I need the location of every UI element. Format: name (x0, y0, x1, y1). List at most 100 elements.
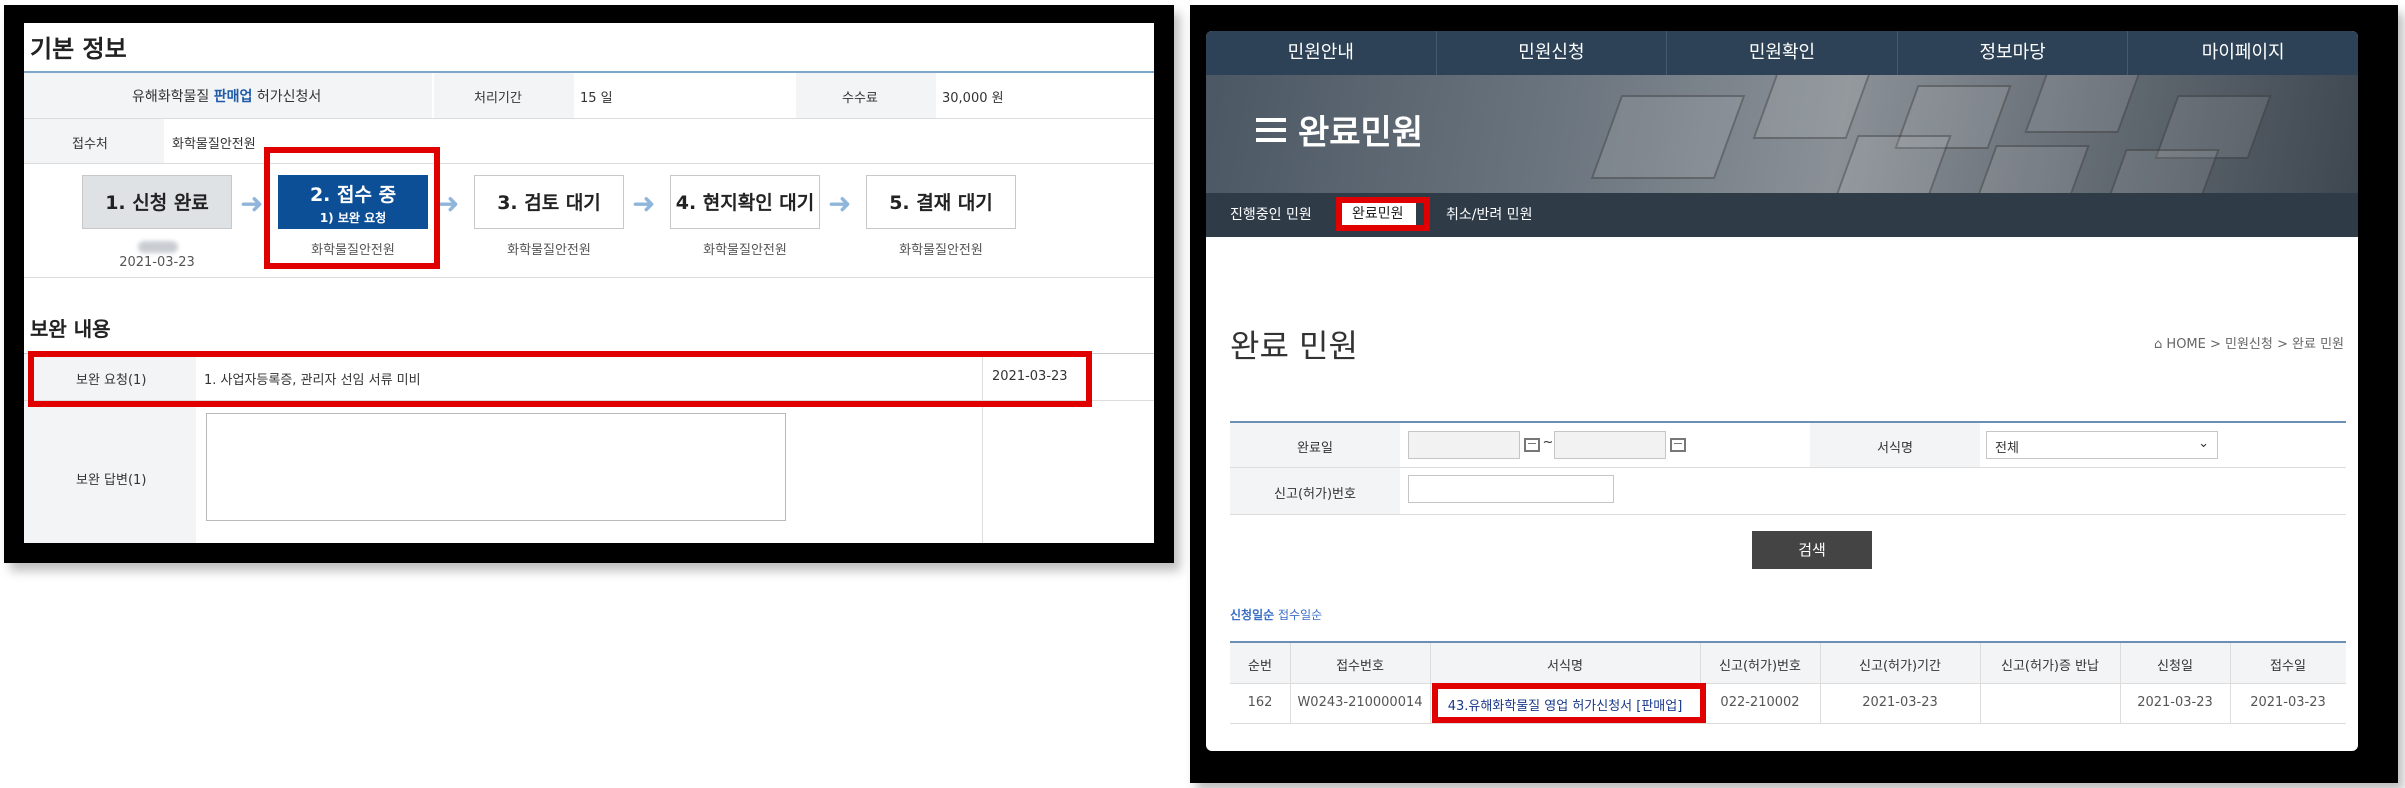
breadcrumb: ⌂ HOME > 민원신청 > 완료 민원 (2154, 333, 2344, 352)
processing-value: 15 일 (580, 91, 613, 106)
sort-links: 신청일순 접수일순 (1230, 606, 1322, 623)
step-5-box: 5. 결재 대기 (866, 175, 1016, 229)
step-4-title: 4. 현지확인 대기 (675, 192, 815, 214)
step-2-org: 화학물질안전원 (311, 243, 395, 258)
divider (24, 118, 1154, 119)
step-3-title: 3. 검토 대기 (497, 192, 601, 214)
nav-item-info[interactable]: 정보마당 (1898, 31, 2129, 75)
table-cell: 162 (1247, 695, 1273, 710)
application-detail-panel: 기본 정보 유해화학물질 판매업 허가신청서 처리기간 15 일 수수료 30,… (24, 23, 1154, 543)
table-cell: 2021-03-23 (2250, 695, 2326, 710)
step-4-org: 화학물질안전원 (703, 243, 787, 258)
search-button[interactable]: 검색 (1752, 531, 1872, 569)
left-screenshot-frame: 기본 정보 유해화학물질 판매업 허가신청서 처리기간 15 일 수수료 30,… (4, 5, 1174, 563)
table-cell: 022-210002 (1720, 695, 1800, 710)
date-separator: ~ (1542, 435, 1554, 450)
nav-item-mypage[interactable]: 마이페이지 (2128, 31, 2358, 75)
divider (982, 354, 983, 543)
supp-request-text: 1. 사업자등록증, 관리자 선임 서류 미비 (204, 373, 421, 388)
tab-in-progress[interactable]: 진행중인 민원 (1230, 193, 1312, 237)
divider (1700, 643, 1701, 723)
step-1-title: 1. 신청 완료 (105, 192, 209, 214)
step-1-box: 1. 신청 완료 (82, 175, 232, 229)
col-receipt-date: 접수일 (2270, 659, 2306, 674)
sort-by-apply-date[interactable]: 신청일순 (1230, 608, 1274, 622)
col-form-name: 서식명 (1547, 659, 1583, 674)
arrow-right-icon: ➜ (632, 187, 656, 220)
col-no: 순번 (1248, 659, 1272, 674)
fee-label: 수수료 (842, 91, 878, 106)
nav-item-check[interactable]: 민원확인 (1667, 31, 1898, 75)
step-3-box: 3. 검토 대기 (474, 175, 624, 229)
form-name-prefix: 유해화학물질 (132, 89, 214, 105)
form-name-link[interactable]: 43.유해화학물질 영업 허가신청서 [판매업] (1430, 695, 1700, 714)
keyboard-decoration (1590, 95, 1746, 179)
fee-value: 30,000 원 (942, 91, 1004, 106)
step-3-org: 화학물질안전원 (507, 243, 591, 258)
hero-banner: 완료민원 (1206, 75, 2358, 193)
nav-item-guide[interactable]: 민원안내 (1206, 31, 1437, 75)
col-report-no: 신고(허가)번호 (1719, 659, 1801, 674)
divider (24, 163, 1154, 164)
divider (2230, 643, 2231, 723)
nav-item-apply[interactable]: 민원신청 (1437, 31, 1668, 75)
form-name-label: 서식명 (1877, 441, 1913, 456)
tab-completed[interactable]: 완료민원 (1340, 199, 1416, 229)
end-date-input[interactable] (1554, 431, 1666, 459)
receiver-label: 접수처 (72, 137, 108, 152)
sort-by-receipt-date[interactable]: 접수일순 (1278, 608, 1322, 622)
form-name-select-value: 전체 (1995, 441, 2019, 456)
start-date-input[interactable] (1408, 431, 1520, 459)
hero-title-text: 완료민원 (1298, 113, 1424, 153)
table-cell: W0243-210000014 (1297, 695, 1423, 710)
divider (1230, 514, 2346, 515)
step-2-sub: 1) 보완 요청 (319, 211, 387, 225)
supp-answer-textarea[interactable] (206, 413, 786, 521)
step-4-box: 4. 현지확인 대기 (670, 175, 820, 229)
form-name-select[interactable]: 전체 ⌄ (1986, 431, 2218, 459)
completed-date-label: 완료일 (1297, 441, 1333, 456)
col-return: 신고(허가)증 반납 (2001, 659, 2099, 674)
report-no-input[interactable] (1408, 475, 1614, 503)
col-apply-date: 신청일 (2157, 659, 2193, 674)
top-navigation: 민원안내 민원신청 민원확인 정보마당 마이페이지 (1206, 31, 2358, 75)
divider (1230, 683, 2346, 684)
processing-label: 처리기간 (474, 91, 522, 106)
divider (1290, 643, 1291, 723)
divider (1820, 643, 1821, 723)
sub-navigation: 진행중인 민원 완료민원 취소/반려 민원 (1206, 193, 2358, 237)
supplement-title: 보완 내용 (30, 317, 111, 341)
blurred-name (138, 241, 178, 253)
page-title: 완료 민원 (1230, 327, 1358, 365)
step-5-org: 화학물질안전원 (899, 243, 983, 258)
basic-info-title: 기본 정보 (30, 35, 127, 63)
step-1-date: 2021-03-23 (119, 255, 195, 270)
form-name-highlight: 판매업 (213, 89, 253, 105)
keyboard-decoration (1834, 135, 1952, 193)
keyboard-decoration (1752, 75, 1874, 139)
list-icon (1256, 117, 1286, 142)
arrow-right-icon: ➜ (240, 187, 264, 220)
report-no-label: 신고(허가)번호 (1274, 487, 1356, 502)
right-screenshot-frame: 민원안내 민원신청 민원확인 정보마당 마이페이지 완료민원 진행중인 민원 완… (1190, 5, 2398, 783)
form-name-suffix: 허가신청서 (252, 89, 322, 105)
keyboard-decoration (1976, 145, 2090, 193)
hero-title: 완료민원 (1256, 105, 1423, 154)
chevron-down-icon: ⌄ (2198, 436, 2209, 451)
calendar-icon[interactable] (1524, 438, 1540, 452)
arrow-right-icon: ➜ (436, 187, 460, 220)
tab-cancelled[interactable]: 취소/반려 민원 (1446, 193, 1532, 237)
completed-applications-page: 민원안내 민원신청 민원확인 정보마당 마이페이지 완료민원 진행중인 민원 완… (1206, 31, 2358, 751)
breadcrumb-text: HOME > 민원신청 > 완료 민원 (2166, 337, 2344, 352)
col-receipt-no: 접수번호 (1336, 659, 1384, 674)
arrow-right-icon: ➜ (828, 187, 852, 220)
step-2-box: 2. 접수 중 1) 보완 요청 (278, 175, 428, 229)
col-period: 신고(허가)기간 (1859, 659, 1941, 674)
calendar-icon[interactable] (1670, 438, 1686, 452)
receiver-value: 화학물질안전원 (172, 137, 256, 152)
divider (24, 277, 1154, 278)
keyboard-decoration (2106, 149, 2220, 193)
divider (1980, 643, 1981, 723)
table-cell: 2021-03-23 (2137, 695, 2213, 710)
keyboard-decoration (2024, 75, 2142, 133)
